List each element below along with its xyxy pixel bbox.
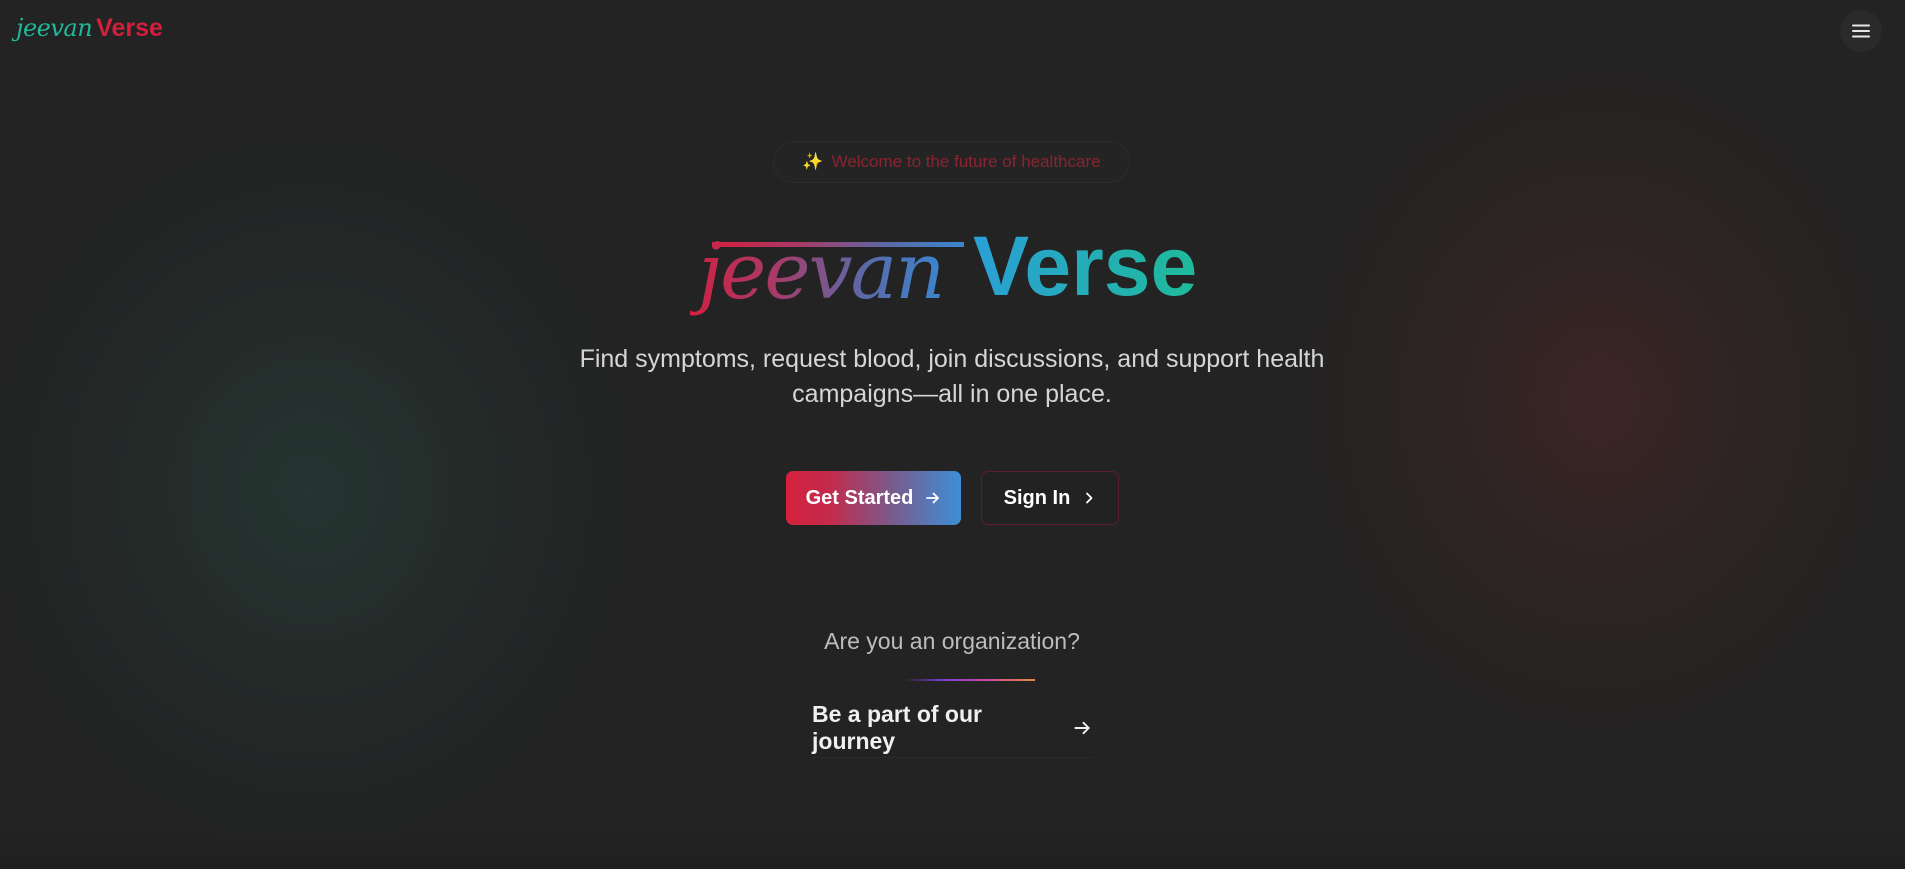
hero-title-verse: Verse [973, 219, 1197, 313]
sign-in-label: Sign In [1003, 486, 1071, 509]
hamburger-menu-icon [1852, 24, 1870, 38]
brand-logo-jeevan: jeevan [16, 14, 93, 42]
organization-divider [904, 679, 1035, 681]
hero-tagline: Find symptoms, request blood, join discu… [552, 342, 1352, 412]
landing-page: jeevan Verse ✨ Welcome to the future of … [0, 0, 1905, 869]
join-journey-link[interactable]: Be a part of our journey [812, 698, 1092, 758]
hero-tagline-line-2: campaigns—all in one place. [792, 380, 1112, 408]
background-glow-left [0, 130, 640, 850]
welcome-badge: ✨ Welcome to the future of healthcare [773, 141, 1130, 183]
bottom-fade [0, 830, 1905, 869]
hero-title-jeevan: jeevan [690, 227, 943, 317]
organization-question: Are you an organization? [824, 628, 1080, 654]
sign-in-button[interactable]: Sign In [981, 471, 1119, 525]
sparkles-icon: ✨ [802, 152, 824, 171]
hero-title: jeevan Verse [690, 219, 1197, 317]
chevron-right-icon [1086, 492, 1093, 504]
join-journey-label: Be a part of our journey [812, 700, 982, 754]
brand-logo-verse: Verse [96, 14, 163, 42]
get-started-button[interactable]: Get Started [786, 471, 961, 525]
menu-button[interactable] [1840, 10, 1882, 52]
welcome-badge-text: Welcome to the future of healthcare [831, 152, 1101, 171]
brand-logo[interactable]: jeevan Verse [16, 14, 163, 43]
hero-tagline-line-1: Find symptoms, request blood, join discu… [579, 345, 1325, 373]
background-glow-right [1280, 40, 1905, 760]
arrow-right-icon [1074, 721, 1090, 734]
get-started-label: Get Started [805, 486, 914, 509]
arrow-right-icon [926, 492, 940, 504]
